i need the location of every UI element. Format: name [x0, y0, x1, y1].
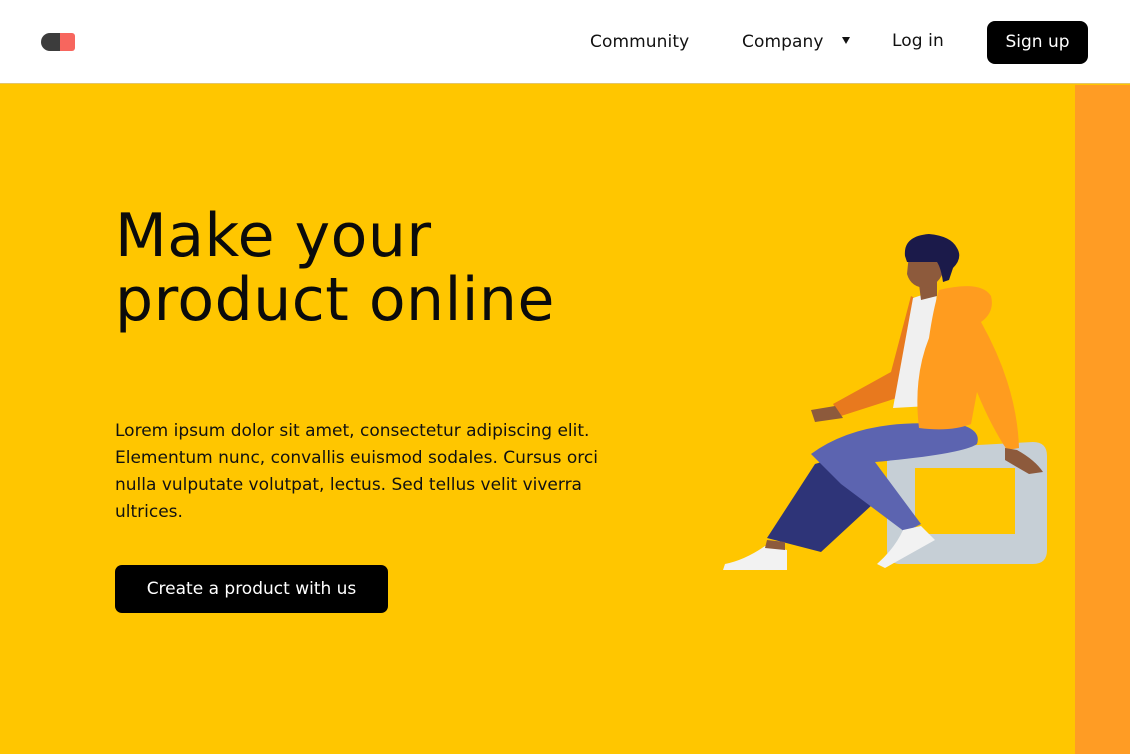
nav-link-company[interactable]: Company	[742, 32, 824, 52]
nav-link-community[interactable]: Community	[590, 32, 689, 52]
logo-dark-half	[41, 33, 61, 51]
side-accent-strip	[1075, 85, 1130, 754]
caret-down-icon[interactable]	[842, 37, 850, 44]
hero-title: Make your product online	[115, 201, 555, 335]
back-shoe	[723, 546, 787, 570]
create-product-button[interactable]: Create a product with us	[115, 565, 388, 613]
logo-accent-half	[60, 33, 75, 51]
top-navbar: Community Company Log in Sign up	[0, 0, 1130, 84]
person-sitting-illustration	[723, 234, 1047, 570]
login-link[interactable]: Log in	[892, 31, 944, 51]
brand-logo-icon[interactable]	[41, 33, 75, 51]
hero-description: Lorem ipsum dolor sit amet, consectetur …	[115, 421, 598, 522]
signup-button[interactable]: Sign up	[987, 21, 1088, 64]
